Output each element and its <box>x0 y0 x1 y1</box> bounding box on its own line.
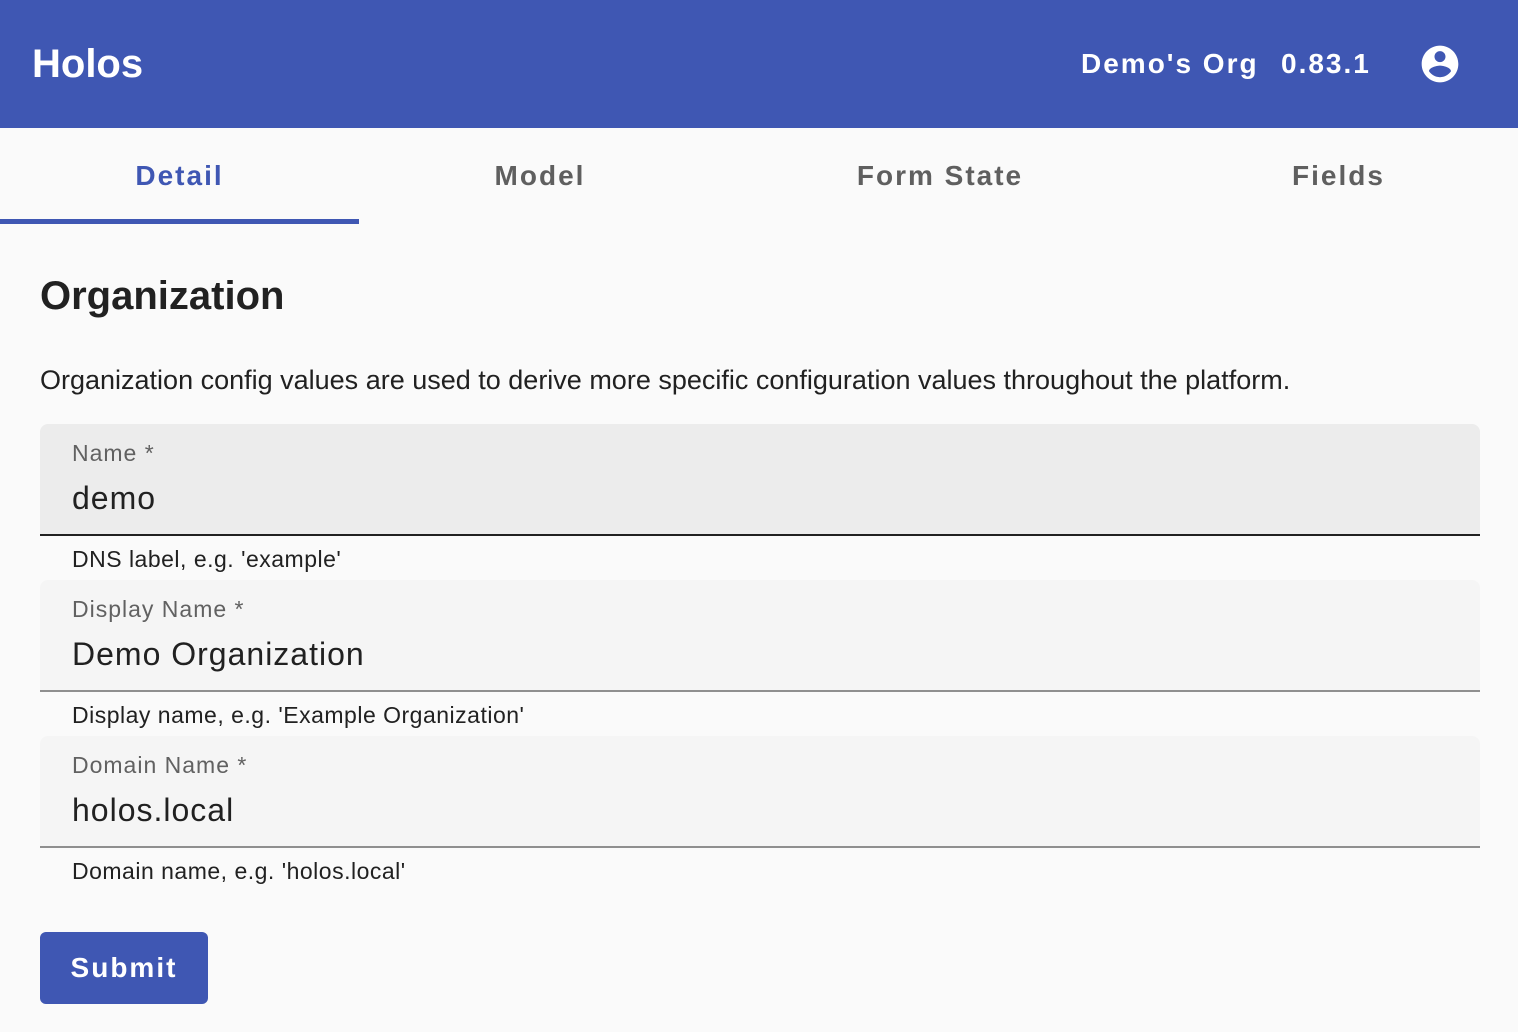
tab-model[interactable]: Model <box>359 128 721 224</box>
org-name[interactable]: Demo's Org <box>1081 44 1259 84</box>
domain-name-field-label: Domain Name * <box>72 752 248 778</box>
submit-button[interactable]: Submit <box>40 932 208 1004</box>
version-label: 0.83.1 <box>1281 48 1371 79</box>
top-toolbar: Holos Demo's Org 0.83.1 <box>0 0 1518 128</box>
domain-name-field[interactable]: Domain Name * <box>40 736 1480 848</box>
name-input[interactable] <box>72 476 1448 520</box>
name-field[interactable]: Name * <box>40 424 1480 536</box>
display-name-input[interactable] <box>72 632 1448 676</box>
display-name-field[interactable]: Display Name * <box>40 580 1480 692</box>
name-field-label: Name * <box>72 440 155 466</box>
tab-bar: Detail Model Form State Fields <box>0 128 1518 224</box>
domain-name-input[interactable] <box>72 788 1448 832</box>
active-tab-indicator <box>0 219 359 224</box>
display-name-hint: Display name, e.g. 'Example Organization… <box>72 702 525 728</box>
tab-fields[interactable]: Fields <box>1159 128 1518 224</box>
account-circle-icon <box>1421 45 1459 83</box>
app-title[interactable]: Holos <box>32 40 143 88</box>
display-name-field-label: Display Name * <box>72 596 245 622</box>
domain-name-hint: Domain name, e.g. 'holos.local' <box>72 858 406 884</box>
page-title: Organization <box>40 274 285 318</box>
name-hint: DNS label, e.g. 'example' <box>72 546 342 572</box>
tab-detail[interactable]: Detail <box>0 128 359 224</box>
tab-form-state[interactable]: Form State <box>721 128 1159 224</box>
page-description: Organization config values are used to d… <box>40 365 1291 395</box>
account-button[interactable] <box>1404 28 1476 100</box>
